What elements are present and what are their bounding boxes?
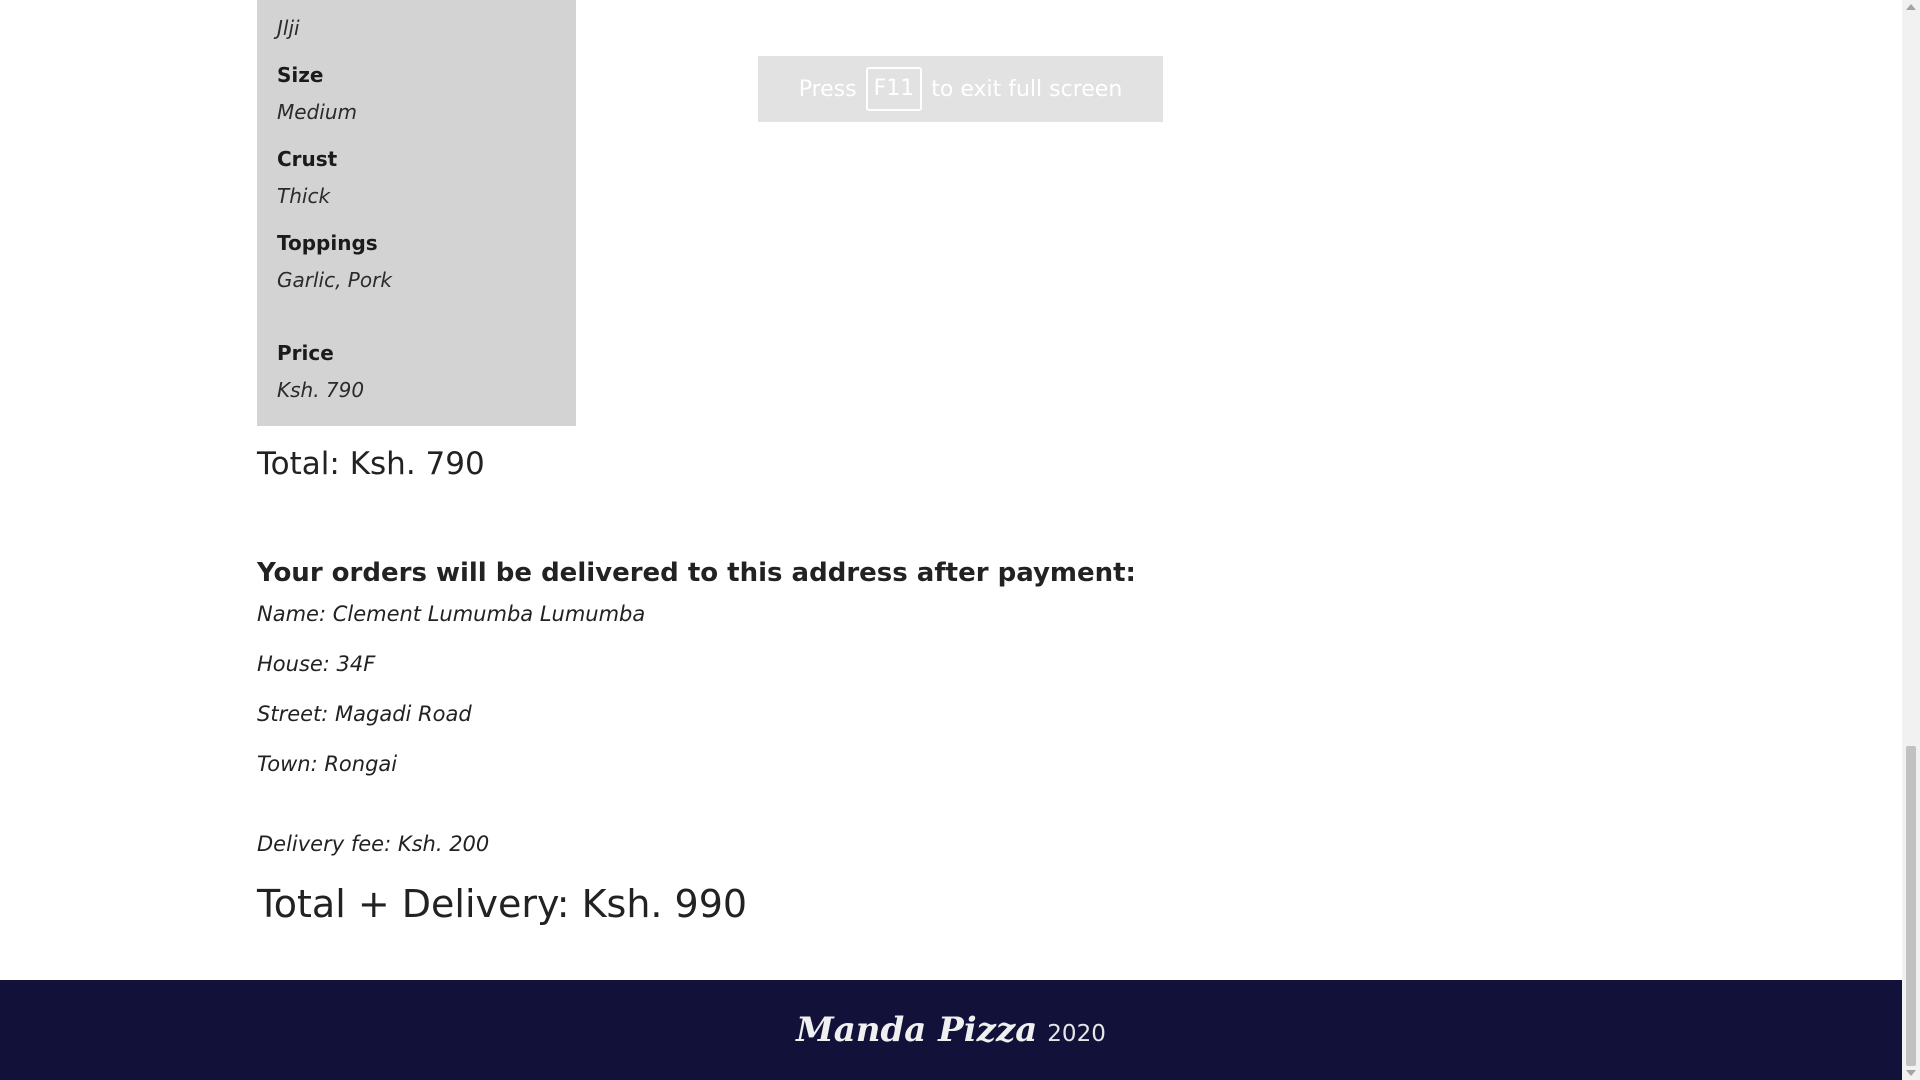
scroll-down-icon[interactable] [1906, 1070, 1916, 1076]
delivery-heading: Your orders will be delivered to this ad… [257, 558, 1136, 588]
size-label: Size [277, 63, 324, 87]
page: Jlji Size Medium Crust Thick Toppings Ga… [0, 0, 1902, 1080]
brand-logo: Manda Pizza [796, 1010, 1038, 1050]
footer: Manda Pizza 2020 [0, 980, 1902, 1080]
f11-key: F11 [865, 67, 923, 111]
order-name-value: Jlji [277, 16, 300, 40]
scrollbar-thumb[interactable] [1906, 746, 1916, 1066]
delivery-house: House: 34F [257, 652, 376, 676]
vertical-scrollbar[interactable] [1902, 0, 1920, 1080]
crust-value: Thick [277, 184, 331, 208]
toppings-value: Garlic, Pork [277, 268, 392, 292]
order-card: Jlji Size Medium Crust Thick Toppings Ga… [257, 0, 576, 426]
scroll-up-icon[interactable] [1906, 4, 1916, 10]
delivery-street: Street: Magadi Road [257, 702, 472, 726]
fullscreen-notice-rest: to exit full screen [931, 76, 1123, 102]
size-value: Medium [277, 100, 357, 124]
order-total: Total: Ksh. 790 [257, 446, 485, 482]
grand-total: Total + Delivery: Ksh. 990 [257, 882, 748, 926]
toppings-label: Toppings [277, 231, 378, 255]
price-value: Ksh. 790 [277, 378, 365, 402]
price-label: Price [277, 341, 334, 365]
delivery-fee: Delivery fee: Ksh. 200 [257, 832, 490, 856]
footer-year: 2020 [1047, 1021, 1106, 1047]
crust-label: Crust [277, 147, 338, 171]
fullscreen-notice: Press F11 to exit full screen [758, 56, 1163, 122]
delivery-town: Town: Rongai [257, 752, 398, 776]
fullscreen-notice-press: Press [798, 76, 857, 102]
delivery-name: Name: Clement Lumumba Lumumba [257, 602, 646, 626]
